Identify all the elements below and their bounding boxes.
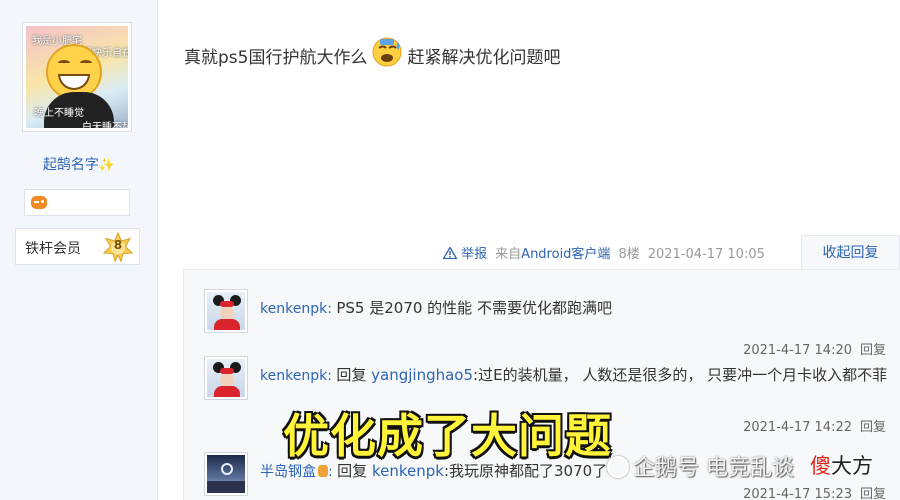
reply-content: kenkenpk: PS5 是2070 的性能 不需要优化都跑满吧	[260, 299, 612, 317]
reply-time: 2021-4-17 15:23	[743, 487, 852, 500]
game-badge[interactable]	[24, 189, 130, 216]
post-source: 来自Android客户端	[495, 247, 610, 262]
source-link[interactable]: Android客户端	[521, 247, 610, 262]
reply-avatar[interactable]	[204, 289, 248, 333]
reply-button[interactable]: 回复	[860, 487, 886, 500]
username-text[interactable]: 起鹄名字	[43, 157, 99, 173]
reply-username[interactable]: kenkenpk	[260, 368, 327, 384]
reply-footer: 2021-4-17 15:23 回复	[743, 483, 886, 500]
gamepad-icon	[31, 196, 47, 209]
author-username[interactable]: 起鹄名字✨	[0, 154, 158, 174]
reply-avatar[interactable]	[204, 452, 248, 496]
avatar-caption-4: 白天睡不起	[82, 122, 128, 128]
author-avatar[interactable]: 我是小肥宅 喝快乐自在 晚上不睡觉 白天睡不起	[22, 22, 132, 132]
user-badge-icon	[318, 465, 328, 477]
source-prefix: 来自	[495, 247, 522, 262]
post-content: 真就ps5国行护航大作么 赶紧解决优化问题吧	[184, 37, 561, 74]
watermark: 企鹅号 电竞乱谈	[607, 450, 794, 482]
member-badge[interactable]: 铁杆会员 8	[15, 228, 140, 265]
video-subtitle: 优化成了大问题	[282, 408, 612, 464]
post-text-part2: 赶紧解决优化问题吧	[407, 48, 561, 68]
avatar-image	[207, 359, 245, 397]
penguin-logo-icon	[607, 456, 629, 478]
post-text-part1: 真就ps5国行护航大作么	[184, 48, 368, 68]
reply-avatar[interactable]	[204, 356, 248, 400]
post-meta: 举报 来自Android客户端 8楼 2021-04-17 10:05	[443, 243, 773, 262]
post-time: 2021-04-17 10:05	[647, 247, 765, 262]
collapse-replies-button[interactable]: 收起回复	[801, 235, 900, 270]
reply-text: PS5 是2070 的性能 不需要优化都跑满吧	[336, 299, 612, 317]
avatar-image	[207, 292, 245, 330]
reply-username[interactable]: 半岛钢盒	[260, 464, 316, 480]
reply-content: kenkenpk: 回复 yangjinghao5:过E的装机量， 人数还是很多…	[260, 366, 888, 384]
avatar-image: 我是小肥宅 喝快乐自在 晚上不睡觉 白天睡不起	[26, 26, 128, 128]
reply-button[interactable]: 回复	[860, 343, 886, 358]
reply-footer: 2021-4-17 14:22 回复	[743, 416, 886, 435]
floor-number: 8楼	[618, 247, 640, 262]
reply-username[interactable]: kenkenpk	[260, 301, 327, 317]
reply-time: 2021-4-17 14:22	[743, 420, 852, 435]
reply-footer: 2021-4-17 14:20 回复	[743, 339, 886, 358]
member-level: 8	[113, 238, 123, 252]
warning-icon	[443, 247, 457, 259]
reply-time: 2021-4-17 14:20	[743, 343, 852, 358]
sparkles-icon: ✨	[98, 158, 116, 173]
avatar-caption-3: 晚上不睡觉	[34, 108, 84, 119]
sweat-face-emoji	[372, 37, 402, 67]
member-label: 铁杆会员	[25, 241, 81, 257]
brand-dark-text: 大方	[831, 454, 873, 478]
avatar-image	[207, 455, 245, 493]
reply-button[interactable]: 回复	[860, 420, 886, 435]
brand-red-text: 傻	[810, 454, 831, 478]
reply-prefix: 回复	[336, 366, 372, 384]
author-panel: 我是小肥宅 喝快乐自在 晚上不睡觉 白天睡不起 起鹄名字✨ 铁杆会员 8	[0, 0, 158, 500]
report-label[interactable]: 举报	[461, 247, 487, 262]
report-link[interactable]: 举报	[443, 247, 487, 262]
brand-watermark: 傻大方	[810, 450, 873, 480]
watermark-text: 企鹅号 电竞乱谈	[633, 456, 794, 481]
reply-text: :过E的装机量， 人数还是很多的， 只要冲一个月卡收入都不菲	[473, 366, 888, 384]
reply-target-user[interactable]: yangjinghao5	[371, 366, 473, 384]
